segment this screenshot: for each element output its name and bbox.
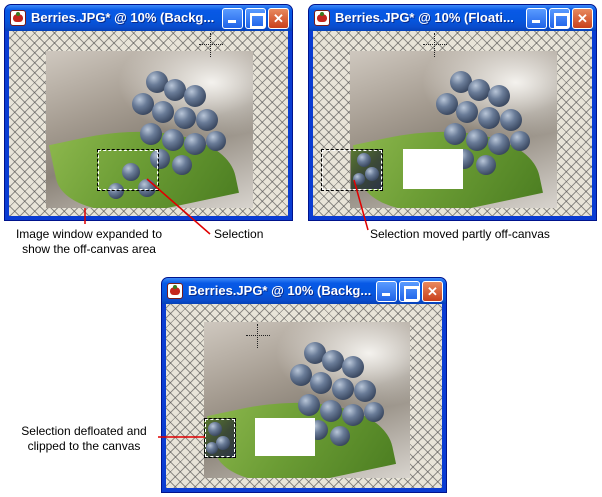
pointer-moved [353,179,369,231]
annotation-lines [84,178,369,438]
pointer-selection [146,178,211,235]
